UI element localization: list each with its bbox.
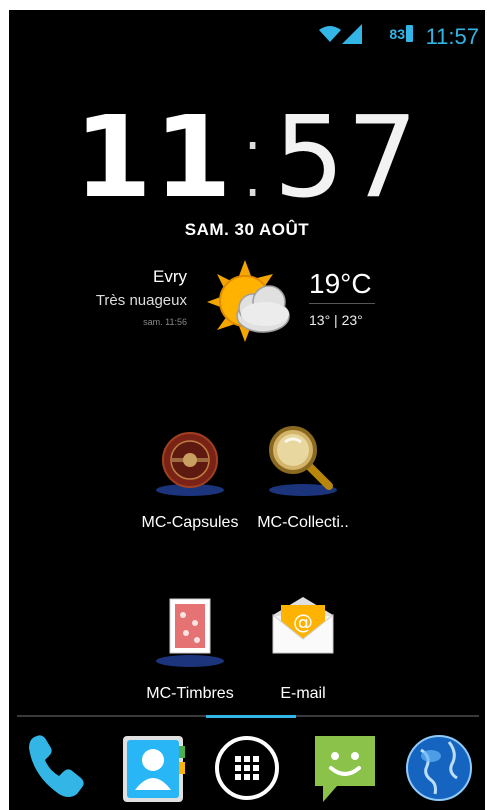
app-label: MC-Collecti..: [257, 514, 349, 531]
messaging-icon: [315, 736, 375, 802]
clock-widget[interactable]: 11:57: [9, 102, 485, 214]
dock-app-drawer[interactable]: [209, 728, 285, 806]
status-time: 11:57: [425, 24, 479, 49]
date-label: SAM. 30 AOÛT: [184, 220, 310, 239]
contacts-icon: [123, 736, 185, 802]
globe-icon: [406, 735, 472, 801]
phone-icon: [29, 735, 84, 797]
battery-level: 83: [389, 26, 405, 42]
clock-separator: :: [233, 93, 274, 223]
app-mc-capsules[interactable]: MC-Capsules: [130, 422, 250, 532]
weather-condition: Très nuageux: [95, 292, 187, 309]
signal-icon: [342, 24, 362, 44]
svg-text:@: @: [293, 610, 313, 634]
weather-temperature: 19°C: [309, 268, 372, 299]
partly-cloudy-icon: [207, 260, 290, 342]
app-email[interactable]: @ E-mail: [243, 593, 363, 703]
app-label: E-mail: [280, 685, 326, 702]
weather-city: Evry: [153, 267, 187, 286]
weather-divider: [309, 303, 375, 304]
magnifier-icon: [269, 426, 337, 496]
app-label: MC-Timbres: [146, 685, 234, 702]
clock-hours: 11: [73, 93, 234, 223]
weather-updated: sam. 11:56: [143, 317, 187, 327]
dock-browser[interactable]: [401, 728, 477, 806]
home-screen: 83 11:57 11:57 SAM. 30 AOÛT Evry Très nu…: [9, 10, 485, 810]
status-bar: 83 11:57: [9, 10, 485, 58]
dock-contacts[interactable]: [115, 728, 191, 806]
stamp-icon: [156, 598, 224, 667]
capsule-icon: [156, 432, 224, 496]
dock-phone[interactable]: [19, 728, 95, 806]
app-mc-collection[interactable]: MC-Collecti..: [243, 422, 363, 532]
wifi-icon: [319, 26, 341, 42]
app-drawer-icon: [215, 736, 279, 800]
weather-range: 13° | 23°: [309, 312, 363, 328]
app-label: MC-Capsules: [141, 514, 239, 531]
dock-messaging[interactable]: [307, 728, 383, 806]
battery-icon: [406, 25, 413, 42]
page-indicator: [206, 715, 296, 718]
app-mc-timbres[interactable]: MC-Timbres: [130, 593, 250, 703]
email-icon: @: [272, 597, 334, 654]
clock-minutes: 57: [273, 93, 421, 223]
